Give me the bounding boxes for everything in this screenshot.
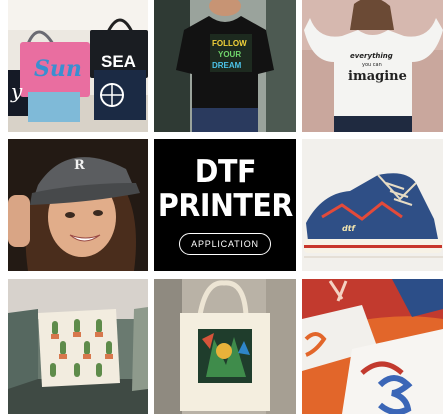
black-tshirt-photo: FOLLOW YOUR DREAM bbox=[154, 0, 296, 132]
headline-line-2: PRINTER bbox=[157, 188, 293, 224]
cap-woman-photo: R bbox=[8, 139, 148, 271]
tote-bags-illustration: y Sun SEA bbox=[8, 0, 148, 132]
canvas-tote-illustration bbox=[154, 279, 296, 414]
cap-letter-text: R bbox=[74, 158, 85, 173]
canvas-tote-photo bbox=[154, 279, 296, 414]
product-photo-grid: y Sun SEA FOLLOW YOUR DREAM everything y… bbox=[0, 0, 443, 414]
shoe-logo-text: dtf bbox=[342, 224, 357, 233]
white-sweatshirt-photo: everything you can imagine bbox=[302, 0, 443, 132]
bag-script-text: Sun bbox=[34, 56, 82, 82]
tee-line-1: FOLLOW bbox=[212, 39, 247, 48]
headline: DTF PRINTER bbox=[157, 155, 292, 223]
cushion-illustration bbox=[8, 279, 148, 414]
sports-jerseys-photo bbox=[302, 279, 443, 414]
cap-illustration: R bbox=[8, 139, 148, 271]
jerseys-illustration bbox=[302, 279, 443, 414]
application-button[interactable]: APPLICATION bbox=[179, 233, 271, 255]
tee-line-3: DREAM bbox=[212, 61, 242, 70]
title-block: DTF PRINTER APPLICATION bbox=[154, 139, 296, 271]
tee-line-2: YOUR bbox=[218, 50, 241, 59]
dtf-printer-title-tile: DTF PRINTER APPLICATION bbox=[154, 139, 296, 271]
sneaker-photo: dtf bbox=[302, 139, 443, 271]
cushion-photo bbox=[8, 279, 148, 414]
sneaker-illustration: dtf bbox=[302, 139, 443, 271]
bag-sea-text: SEA bbox=[101, 52, 136, 71]
sweatshirt-illustration: everything you can imagine bbox=[302, 0, 443, 132]
tote-bags-photo: y Sun SEA bbox=[8, 0, 148, 132]
sweater-line-3: imagine bbox=[348, 69, 407, 84]
tshirt-illustration: FOLLOW YOUR DREAM bbox=[154, 0, 296, 132]
headline-line-1: DTF bbox=[194, 154, 256, 190]
sweater-line-1: everything bbox=[350, 52, 393, 60]
sweater-line-2: you can bbox=[362, 62, 382, 68]
bag-letter-text: y bbox=[10, 79, 23, 103]
